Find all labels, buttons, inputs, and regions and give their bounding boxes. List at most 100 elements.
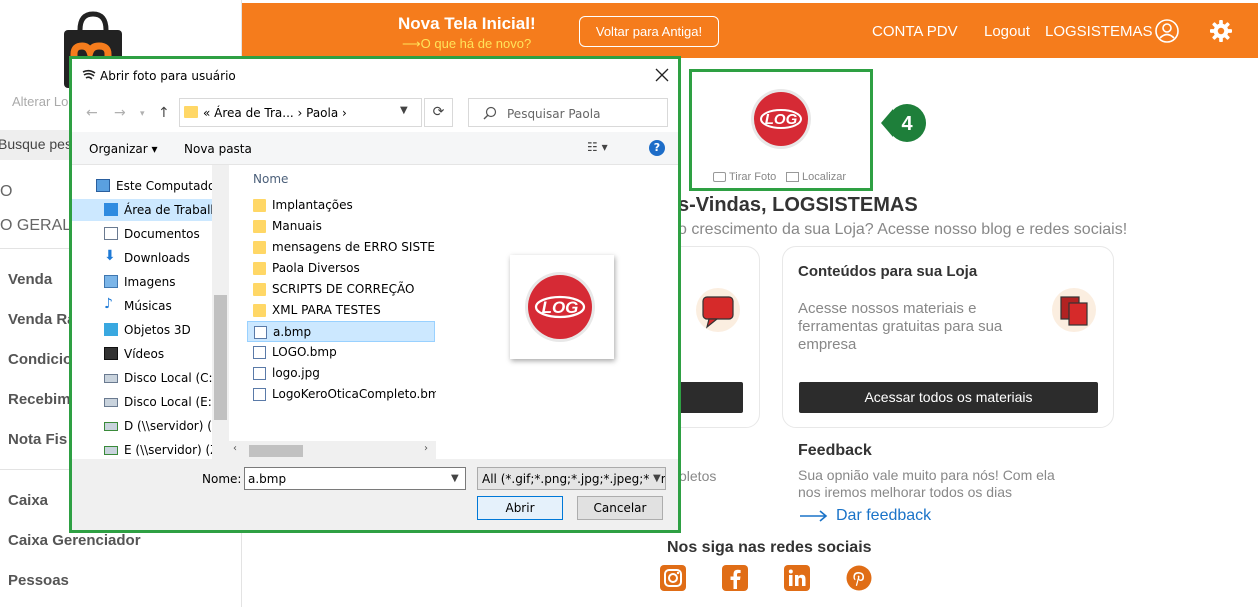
sidebar-section-label: O [0,183,13,200]
forward-arrow-icon[interactable]: → [114,105,126,121]
file-row[interactable]: SCRIPTS DE CORREÇÃO [247,279,435,300]
file-name-value: a.bmp [248,472,287,486]
file-row[interactable]: Manuais [247,216,435,237]
network-drive-icon [104,446,118,455]
tree-item-computer[interactable]: Este Computador [72,175,220,197]
pinterest-icon[interactable] [846,565,872,591]
sidebar-item-venda[interactable]: Venda [8,271,52,288]
all-materials-button[interactable]: Acessar todos os materiais [799,382,1098,413]
instagram-icon[interactable] [660,565,686,591]
navigation-tree: Este Computador Área de Trabalho Documen… [72,165,229,459]
file-row[interactable]: LOGO.bmp [247,342,435,363]
tree-item-downloads[interactable]: ⬇ Downloads [72,247,212,269]
file-row[interactable]: Paola Diversos [247,258,435,279]
desktop-icon [104,203,118,216]
image-file-icon [253,346,266,359]
sidebar-item-nota-fiscal[interactable]: Nota Fis [8,431,67,448]
file-row[interactable]: XML PARA TESTES [247,300,435,321]
organize-menu[interactable]: Organizar ▾ [89,142,158,156]
tree-item-documents[interactable]: Documentos [72,223,212,245]
file-row[interactable]: mensagens de ERRO SISTEMA [247,237,436,258]
content-card-title: Conteúdos para sua Loja [798,263,978,280]
back-to-old-button[interactable]: Voltar para Antiga! [579,16,719,47]
feedback-link-label: Dar feedback [836,507,932,524]
dialog-titlebar[interactable]: Abrir foto para usuário [72,59,678,92]
logout-link[interactable]: Logout [984,23,1030,40]
computer-icon [96,179,110,192]
arrow-right-icon [800,510,828,522]
feedback-text: Sua opnião vale muito para nós! Com ela … [798,467,1055,500]
image-preview: LOG [510,255,614,359]
tree-item-desktop[interactable]: Área de Trabalho [72,199,225,221]
change-store-link[interactable]: Alterar Lo [12,94,68,109]
top-bar: Nova Tela Inicial! ⟶O que há de novo? Vo… [242,0,1258,58]
chevron-right-icon[interactable]: › [424,443,428,454]
whats-new-link[interactable]: ⟶O que há de novo? [402,36,531,52]
search-input[interactable]: Pesquisar Paola [468,98,668,127]
file-row-selected[interactable]: a.bmp [247,321,435,342]
file-row[interactable]: LogoKeroOticaCompleto.bmp [247,384,436,405]
log-logo-icon: LOG [751,89,811,149]
social-title: Nos siga nas redes sociais [667,539,872,556]
sidebar-item-condicional[interactable]: Condicio [8,351,72,368]
chevron-down-icon[interactable]: ▼ [400,105,408,116]
tree-item-objects3d[interactable]: Objetos 3D [72,319,212,341]
user-name[interactable]: LOGSISTEMAS [1045,23,1153,40]
up-arrow-icon[interactable]: ↑ [158,105,170,121]
conta-pdv-link[interactable]: CONTA PDV [872,23,958,40]
open-button[interactable]: Abrir [477,496,563,520]
image-file-icon [254,326,267,339]
help-icon[interactable]: ? [649,140,665,156]
gear-icon[interactable] [1210,20,1232,42]
user-icon[interactable] [1155,19,1179,43]
file-name-input[interactable]: a.bmp ▼ [244,467,466,490]
take-photo-button[interactable]: Tirar Foto [713,171,776,183]
address-bar[interactable]: « Área de Tra... › Paola › ▼ [179,98,422,127]
tree-item-videos[interactable]: Vídeos [72,343,212,365]
tree-item-network-z[interactable]: E (\\servidor) (Z:) [72,439,227,459]
file-list: ^ Nome Implantações Manuais mensagens de… [238,165,436,459]
chevron-left-icon[interactable]: ‹ [233,443,237,454]
sidebar-item-caixa[interactable]: Caixa [8,492,48,509]
folder-icon [253,220,266,233]
file-type-value: All (*.gif;*.png;*.jpg;*.jpeg;*.bmp) [482,472,666,486]
sidebar-item-venda-rapida[interactable]: Venda Ra [8,311,76,328]
refresh-button[interactable]: ⟳ [424,98,453,127]
facebook-icon[interactable] [722,565,748,591]
back-arrow-icon[interactable]: ← [86,105,98,121]
cancel-button[interactable]: Cancelar [577,496,663,520]
tree-scroll-thumb[interactable] [214,295,227,420]
new-home-title: Nova Tela Inicial! [398,14,536,33]
tree-item-music[interactable]: ♪ Músicas [72,295,212,317]
view-options-icon[interactable]: ☷ ▾ [587,140,608,154]
dialog-body: Este Computador Área de Trabalho Documen… [72,165,678,459]
tree-item-drive-e[interactable]: Disco Local (E:) [72,391,216,413]
sidebar-item-recebimento[interactable]: Recebim [8,391,71,408]
take-photo-label: Tirar Foto [729,171,777,183]
new-folder-button[interactable]: Nova pasta [184,142,252,156]
file-row[interactable]: Implantações [247,195,435,216]
chevron-down-icon[interactable]: ▼ [650,473,661,484]
step-badge: 4 [881,104,926,142]
locate-button[interactable]: Localizar [786,171,846,183]
sidebar-item-caixa-gerenciador[interactable]: Caixa Gerenciador [8,532,141,549]
chevron-down-icon[interactable]: ▾ [140,109,145,119]
navigation-bar: ← → ▾ ↑ « Área de Tra... › Paola › ▼ ⟳ P… [72,92,678,132]
hscroll-thumb[interactable] [249,445,303,457]
sidebar-item-pessoas[interactable]: Pessoas [8,572,69,589]
file-row[interactable]: logo.jpg [247,363,435,384]
sort-up-icon: ^ [368,165,376,170]
svg-text:LOG: LOG [542,298,579,317]
music-icon: ♪ [104,296,113,312]
file-type-select[interactable]: All (*.gif;*.png;*.jpg;*.jpeg;*.bmp) ▼ [477,467,666,490]
svg-text:LOG: LOG [765,111,798,128]
chevron-down-icon[interactable]: ▼ [451,473,459,484]
close-icon[interactable] [655,68,669,82]
linkedin-icon[interactable] [784,565,810,591]
feedback-link[interactable]: Dar feedback [800,507,931,525]
tree-item-pictures[interactable]: Imagens [72,271,212,293]
file-list-hscrollbar[interactable]: ‹ › [229,441,436,459]
tree-item-drive-c[interactable]: Disco Local (C:) [72,367,217,389]
tree-item-network-y[interactable]: D (\\servidor) (Y:) [72,415,226,437]
column-header-name[interactable]: Nome [253,172,288,186]
